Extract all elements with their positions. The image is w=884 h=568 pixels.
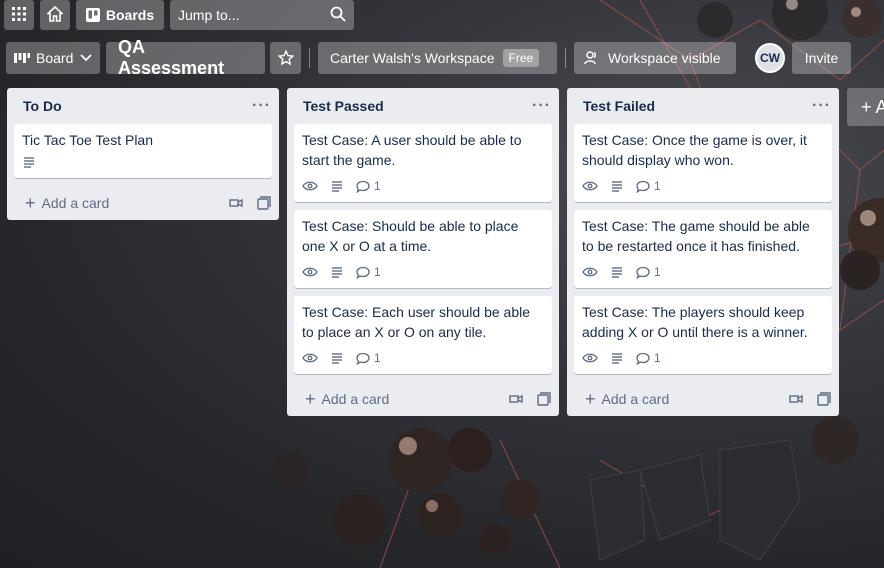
description-icon: [22, 156, 36, 168]
comment-count: 1: [374, 351, 381, 365]
comment-count: 1: [374, 265, 381, 279]
star-board-button[interactable]: [270, 42, 301, 74]
video-icon[interactable]: [495, 394, 523, 404]
comment-badge: 1: [636, 265, 661, 279]
card-title: Test Case: Each user should be able to p…: [302, 304, 531, 340]
card-template-icon[interactable]: [523, 392, 551, 406]
card-title: Tic Tac Toe Test Plan: [22, 132, 153, 148]
list-test-failed: Test Failed ··· Test Case: Once the game…: [567, 88, 839, 416]
comment-badge: 1: [356, 351, 381, 365]
comment-icon: [636, 180, 650, 193]
list-title[interactable]: Test Passed: [303, 98, 532, 114]
comment-icon: [636, 352, 650, 365]
workspace-button[interactable]: Carter Walsh's Workspace Free: [318, 42, 557, 74]
apps-grid-icon: [12, 6, 26, 24]
card-template-icon[interactable]: [243, 196, 271, 210]
plus-icon: +: [25, 193, 36, 213]
description-icon: [330, 352, 344, 364]
card[interactable]: Test Case: A user should be able to star…: [294, 124, 552, 202]
header-divider: [309, 48, 310, 68]
plus-icon: +: [585, 389, 596, 409]
invite-button[interactable]: Invite: [792, 42, 851, 74]
comment-icon: [636, 266, 650, 279]
card[interactable]: Tic Tac Toe Test Plan: [14, 124, 272, 178]
add-card-row: + Add a card: [567, 382, 839, 416]
card-template-icon[interactable]: [803, 392, 831, 406]
star-icon: [277, 50, 294, 66]
comment-icon: [356, 352, 370, 365]
list-menu-button[interactable]: ···: [252, 97, 271, 115]
board-view-icon: [14, 53, 30, 63]
card[interactable]: Test Case: Should be able to place one X…: [294, 210, 552, 288]
workspace-plan-badge: Free: [502, 49, 540, 67]
video-icon[interactable]: [775, 394, 803, 404]
comment-badge: 1: [636, 351, 661, 365]
add-list-button[interactable]: + A: [847, 88, 884, 126]
people-icon: [584, 51, 600, 65]
add-card-button[interactable]: Add a card: [602, 391, 775, 407]
board-title[interactable]: QA Assessment: [106, 37, 265, 78]
avatar[interactable]: CW: [755, 43, 785, 73]
chevron-down-icon: [80, 54, 92, 62]
add-card-row: + Add a card: [7, 186, 279, 220]
card[interactable]: Test Case: Each user should be able to p…: [294, 296, 552, 374]
home-button[interactable]: [40, 0, 70, 30]
list-to-do: To Do ··· Tic Tac Toe Test Plan + Add a …: [7, 88, 279, 220]
watch-eye-icon: [302, 181, 318, 191]
comment-count: 1: [654, 265, 661, 279]
list-title[interactable]: To Do: [23, 98, 252, 114]
add-card-button[interactable]: Add a card: [42, 195, 215, 211]
search-placeholder: Jump to...: [178, 7, 240, 23]
watch-eye-icon: [302, 353, 318, 363]
card[interactable]: Test Case: Once the game is over, it sho…: [574, 124, 832, 202]
list-menu-button[interactable]: ···: [812, 97, 831, 115]
visibility-button[interactable]: Workspace visible: [574, 42, 736, 74]
description-icon: [330, 266, 344, 278]
card-title: Test Case: Once the game is over, it sho…: [582, 132, 807, 168]
search-input[interactable]: Jump to...: [170, 0, 354, 30]
add-card-row: + Add a card: [287, 382, 559, 416]
watch-eye-icon: [582, 267, 598, 277]
visibility-label: Workspace visible: [608, 50, 721, 66]
list-test-passed: Test Passed ··· Test Case: A user should…: [287, 88, 559, 416]
list-menu-button[interactable]: ···: [532, 97, 551, 115]
top-navigation: Boards Jump to...: [0, 0, 884, 30]
search-icon: [330, 6, 346, 25]
workspace-name: Carter Walsh's Workspace: [330, 50, 495, 66]
watch-eye-icon: [302, 267, 318, 277]
board-view-switcher[interactable]: Board: [6, 42, 100, 74]
comment-count: 1: [374, 179, 381, 193]
plus-icon: +: [305, 389, 316, 409]
header-divider: [565, 48, 566, 68]
description-icon: [330, 180, 344, 192]
description-icon: [610, 352, 624, 364]
app-switcher-button[interactable]: [4, 0, 34, 30]
description-icon: [610, 266, 624, 278]
comment-badge: 1: [636, 179, 661, 193]
card-title: Test Case: The players should keep addin…: [582, 304, 808, 340]
comment-icon: [356, 266, 370, 279]
card[interactable]: Test Case: The game should be able to be…: [574, 210, 832, 288]
list-title[interactable]: Test Failed: [583, 98, 812, 114]
board-view-label: Board: [36, 50, 74, 66]
comment-icon: [356, 180, 370, 193]
video-icon[interactable]: [215, 198, 243, 208]
comment-badge: 1: [356, 179, 381, 193]
boards-label: Boards: [105, 7, 155, 23]
watch-eye-icon: [582, 181, 598, 191]
home-icon: [45, 5, 65, 25]
comment-badge: 1: [356, 265, 381, 279]
boards-icon: [85, 8, 100, 22]
card[interactable]: Test Case: The players should keep addin…: [574, 296, 832, 374]
comment-count: 1: [654, 179, 661, 193]
boards-button[interactable]: Boards: [76, 0, 164, 30]
card-title: Test Case: Should be able to place one X…: [302, 218, 519, 254]
add-card-button[interactable]: Add a card: [322, 391, 495, 407]
card-title: Test Case: The game should be able to be…: [582, 218, 810, 254]
description-icon: [610, 180, 624, 192]
watch-eye-icon: [582, 353, 598, 363]
card-title: Test Case: A user should be able to star…: [302, 132, 522, 168]
comment-count: 1: [654, 351, 661, 365]
